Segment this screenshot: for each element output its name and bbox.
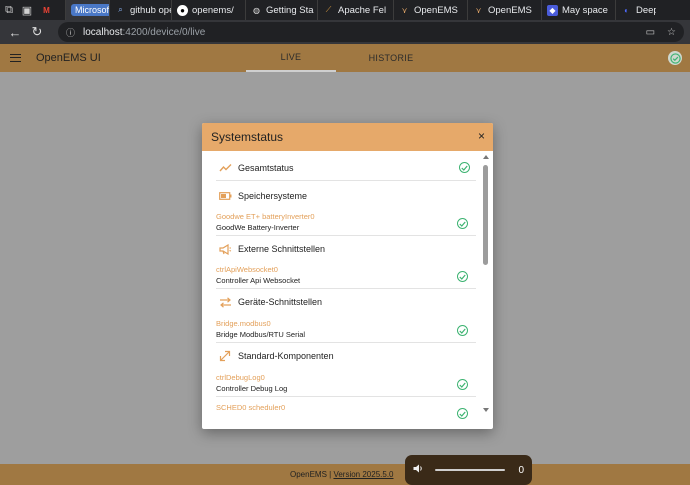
check-circle-icon [457,379,468,390]
megaphone-icon [218,242,232,256]
scroll-up-icon[interactable] [483,154,489,160]
volume-slider[interactable] [435,469,505,471]
github-icon: ● [177,4,188,16]
deepseek-icon: ◐ [624,5,629,15]
trend-icon [218,161,232,175]
browser-tab-label: Microsoft [71,4,109,16]
browser-tab-getting-started[interactable]: ◍ Getting Sta [246,0,318,20]
section-storage: Speichersysteme [216,183,476,209]
globe-icon: ◍ [253,5,260,15]
component-id: ctrlDebugLog0 [216,373,265,382]
reload-icon[interactable]: ↻ [26,20,48,44]
apache-icon: ⟋ [325,5,332,14]
browser-tab-label: May space [562,4,608,16]
check-circle-icon [457,271,468,282]
openems-icon: ⋎ [475,5,482,15]
url-host: localhost [83,26,123,38]
browser-tab-apache[interactable]: ⟋ Apache Fel [318,0,394,20]
browser-tab-github[interactable]: ● openems/ [172,0,246,20]
check-circle-icon [669,52,681,64]
tab-historie[interactable]: HISTORIE [346,44,436,72]
check-circle-icon [457,218,468,229]
screen-share-icon[interactable]: ▭ [646,27,655,38]
dialog-header: Systemstatus × [202,123,493,151]
component-row: SCHED0 scheduler0 [216,401,476,427]
browser-tab-strip: ⧉ ▣ M Microsoft ⌕ github open ● openems/… [0,0,690,20]
browser-toolbar: ← ↻ ⓘ localhost:4200/device/0/live ▭ ☆ [0,20,690,44]
footer-brand: OpenEMS [290,470,327,479]
section-label: Geräte-Schnittstellen [238,297,323,307]
dialog-scrollbar[interactable] [481,153,491,413]
browser-tab-openems-1[interactable]: ⋎ OpenEMS [394,0,468,20]
openems-icon: ⋎ [401,5,408,15]
browser-tab-gmail[interactable]: M [36,0,66,20]
gmail-icon: M [43,5,50,15]
workspaces-icon[interactable]: ⧉ [0,0,18,20]
section-label: Standard-Komponenten [238,351,334,361]
dialog-title: Systemstatus [211,130,284,144]
app-title: OpenEMS UI [36,52,101,64]
dialog-body: Gesamtstatus Speichersysteme Goodwe ET+ … [202,151,493,429]
section-label: Externe Schnittstellen [238,244,326,254]
browser-tab-label: DeepS [636,4,656,16]
swap-icon [218,295,232,309]
volume-overlay: 0 [405,455,532,485]
section-standard-components: Standard-Komponenten [216,343,476,369]
browser-tab-label: Apache Fel [338,4,387,16]
component-row: ctrlDebugLog0 Controller Debug Log [216,371,476,397]
version-link[interactable]: Version 2025.5.0 [333,470,393,479]
component-row: ctrlApiWebsocket0 Controller Api Websock… [216,263,476,289]
tab-actions-icon[interactable]: ▣ [18,0,36,20]
component-id: Goodwe ET+ batteryInverter0 [216,212,315,221]
browser-tab-may-space[interactable]: ◆ May space [542,0,616,20]
component-id: SCHED0 scheduler0 [216,403,286,412]
scroll-down-icon[interactable] [483,407,489,413]
component-alias: Controller Debug Log [216,384,288,393]
back-icon[interactable]: ← [4,20,26,44]
resize-icon [218,349,232,363]
bookmark-star-icon[interactable]: ☆ [667,27,676,38]
speaker-icon[interactable] [413,464,427,476]
footer-text: OpenEMS | Version 2025.5.0 [290,470,393,479]
browser-tab-label: Getting Sta [266,4,314,16]
browser-tab-label: github open [130,4,171,16]
component-id: ctrlApiWebsocket0 [216,265,278,274]
tab-live[interactable]: LIVE [246,44,336,72]
component-id: Bridge.modbus0 [216,319,271,328]
section-label: Speichersysteme [238,191,308,201]
browser-tab-label: OpenEMS [488,4,532,16]
browser-tab-openems-2[interactable]: ⋎ OpenEMS [468,0,542,20]
menu-icon[interactable] [0,44,30,72]
volume-value: 0 [518,464,524,476]
app-header: OpenEMS UI LIVE HISTORIE [0,44,690,72]
component-alias: GoodWe Battery-Inverter [216,223,300,232]
browser-tab-label: OpenEMS [414,4,458,16]
section-external-interfaces: Externe Schnittstellen [216,236,476,262]
section-device-interfaces: Geräte-Schnittstellen [216,289,476,315]
app-footer: OpenEMS | Version 2025.5.0 [0,464,690,485]
check-circle-icon [459,162,470,173]
system-status-dialog: Systemstatus × Gesamtstatus Speichersyst… [202,123,493,429]
component-alias: Controller Api Websocket [216,276,301,285]
check-circle-icon [457,408,468,419]
search-icon: ⌕ [118,5,123,14]
browser-tab-microsoft[interactable]: Microsoft [66,0,110,20]
scrollbar-thumb[interactable] [483,165,488,265]
system-status-button[interactable] [668,51,682,65]
component-row: Bridge.modbus0 Bridge Modbus/RTU Serial [216,317,476,343]
url-path: :4200/device/0/live [122,26,206,38]
address-bar[interactable]: ⓘ localhost:4200/device/0/live ▭ ☆ [58,22,684,42]
check-circle-icon [457,325,468,336]
section-label: Gesamtstatus [238,163,294,173]
browser-tab-deepseek[interactable]: ◐ DeepS [616,0,656,20]
browser-tab-github-search[interactable]: ⌕ github open [110,0,172,20]
site-info-icon[interactable]: ⓘ [66,26,75,39]
close-icon[interactable]: × [478,130,485,142]
status-row-overall: Gesamtstatus [216,155,476,181]
battery-icon [218,189,232,203]
component-alias: Bridge Modbus/RTU Serial [216,330,306,339]
component-row: Goodwe ET+ batteryInverter0 GoodWe Batte… [216,210,476,236]
browser-tab-label: openems/ [192,4,234,16]
app-icon: ◆ [547,4,558,16]
